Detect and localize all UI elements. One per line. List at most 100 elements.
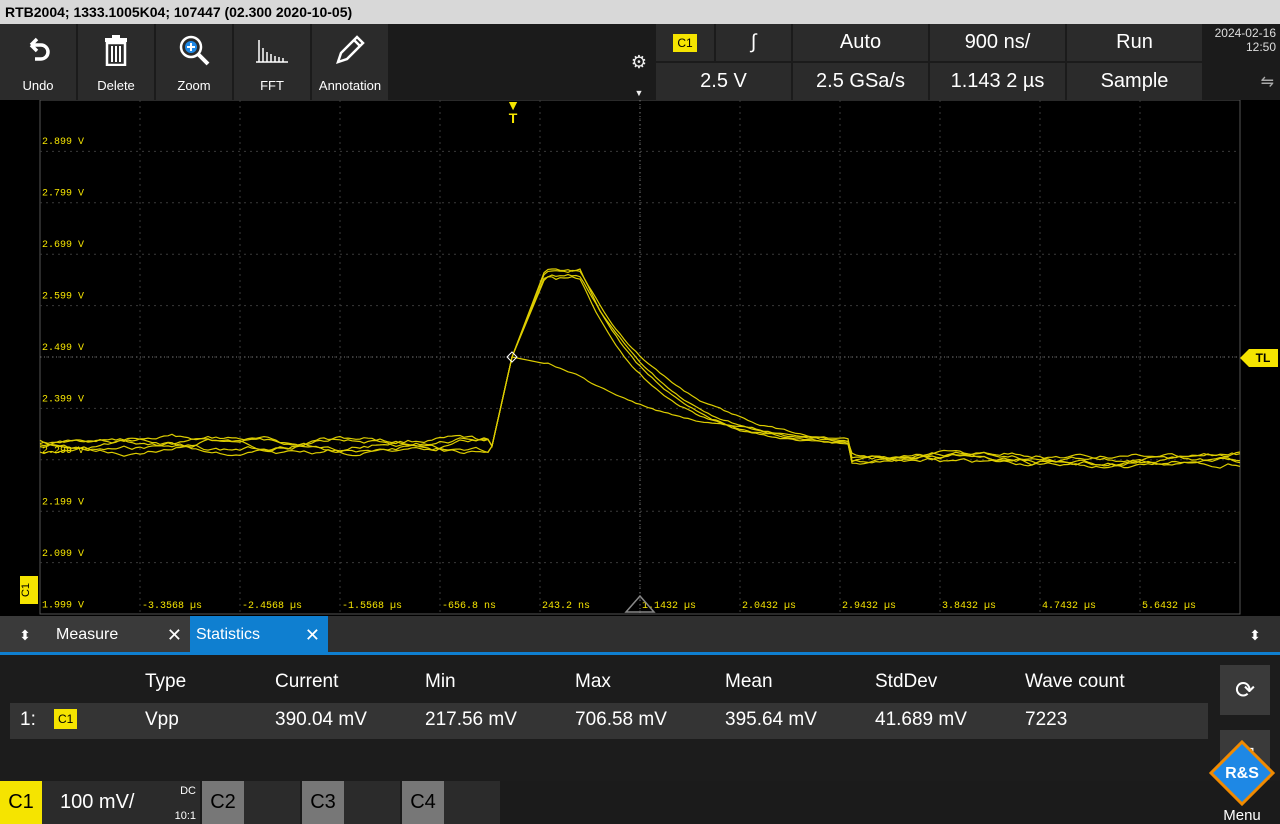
tab-measure-label: Measure bbox=[56, 626, 119, 643]
channel-2-scale[interactable] bbox=[244, 781, 300, 824]
gear-icon: ⚙ bbox=[630, 52, 648, 72]
channel-4-button[interactable]: C4 bbox=[402, 781, 444, 824]
horizontal-position[interactable]: 1.143 2 µs bbox=[930, 63, 1065, 100]
trigger-mode[interactable]: Auto bbox=[793, 24, 928, 61]
x-axis-label: 3.8432 µs bbox=[942, 601, 996, 612]
tab-statistics-label: Statistics bbox=[196, 626, 261, 643]
y-axis-label: 2.599 V bbox=[42, 292, 84, 303]
triangle-down-icon: ▼ bbox=[506, 97, 520, 113]
tab-bar: ⬍ Measure ✕ Statistics ✕ ⬍ bbox=[0, 616, 1280, 654]
fft-label: FFT bbox=[260, 78, 284, 93]
x-axis-label: 4.7432 µs bbox=[1042, 601, 1096, 612]
trigger-level[interactable]: 2.5 V bbox=[656, 63, 791, 100]
zoom-button[interactable]: Zoom bbox=[156, 24, 232, 100]
acquisition-mode[interactable]: Sample bbox=[1067, 63, 1202, 100]
x-axis-label: -1.5568 µs bbox=[342, 601, 402, 612]
chevron-down-icon: ▼ bbox=[634, 88, 644, 98]
rising-edge-icon: ∫ bbox=[750, 31, 757, 53]
fft-icon bbox=[252, 32, 292, 68]
channel-3-button[interactable]: C3 bbox=[302, 781, 344, 824]
statistics-panel: Type Current Min Max Mean StdDev Wave co… bbox=[0, 655, 1280, 781]
channel-1-probe: 10:1 bbox=[174, 810, 196, 822]
trigger-position-marker[interactable]: ▼ T bbox=[504, 97, 522, 130]
date-time: 2024-02-16 12:50 ⇋ bbox=[1204, 24, 1280, 100]
cell-current: 390.04 mV bbox=[275, 709, 367, 730]
annotation-label: Annotation bbox=[318, 78, 382, 93]
cell-type: Vpp bbox=[145, 709, 179, 730]
header-mean: Mean bbox=[725, 671, 773, 692]
trigger-level-marker[interactable]: TL bbox=[1240, 349, 1278, 367]
rs-logo-icon: R&S bbox=[1209, 740, 1275, 806]
channel-1-coupling: DC bbox=[180, 785, 196, 797]
channel-3-scale[interactable] bbox=[344, 781, 400, 824]
close-icon[interactable]: ✕ bbox=[305, 625, 320, 646]
trigger-source[interactable]: C1 bbox=[656, 24, 714, 61]
channel-1-scale[interactable]: 100 mV/ DC 10:1 bbox=[42, 781, 200, 824]
time: 12:50 bbox=[1245, 40, 1276, 54]
panel-resize-button[interactable]: ⬍ bbox=[1230, 616, 1280, 654]
x-axis-label: 243.2 ns bbox=[542, 601, 590, 612]
channel-bar: C1 100 mV/ DC 10:1 C2 C3 C4 bbox=[0, 781, 1280, 824]
undo-button[interactable]: Undo bbox=[0, 24, 76, 100]
undo-icon bbox=[18, 32, 58, 68]
cell-stddev: 41.689 mV bbox=[875, 709, 967, 730]
x-axis-label: 5.6432 µs bbox=[1142, 601, 1196, 612]
usb-icon: ⇋ bbox=[1260, 74, 1274, 91]
pencil-icon bbox=[330, 32, 370, 68]
header-current: Current bbox=[275, 671, 339, 692]
window-title: RTB2004; 1333.1005K04; 107447 (02.300 20… bbox=[0, 0, 1280, 24]
table-row[interactable]: 1: C1 Vpp 390.04 mV 217.56 mV 706.58 mV … bbox=[10, 703, 1208, 739]
undo-label: Undo bbox=[22, 78, 54, 93]
trigger-level-label: TL bbox=[1256, 351, 1271, 365]
x-axis-label: 2.9432 µs bbox=[842, 601, 896, 612]
cell-min: 217.56 mV bbox=[425, 709, 517, 730]
timebase[interactable]: 900 ns/ bbox=[930, 24, 1065, 61]
cell-max: 706.58 mV bbox=[575, 709, 667, 730]
sample-rate[interactable]: 2.5 GSa/s bbox=[793, 63, 928, 100]
tab-statistics[interactable]: Statistics ✕ bbox=[190, 616, 328, 654]
up-down-icon: ⬍ bbox=[19, 626, 31, 643]
x-axis-label: -3.3568 µs bbox=[142, 601, 202, 612]
channel-badge: C1 bbox=[54, 709, 78, 729]
header-stddev: StdDev bbox=[875, 671, 938, 692]
menu-label: Menu bbox=[1223, 807, 1261, 824]
settings-button[interactable]: ⚙ ▼ bbox=[624, 24, 654, 100]
run-state[interactable]: Run bbox=[1067, 24, 1202, 61]
zoom-icon bbox=[174, 32, 214, 68]
y-axis-label: 2.399 V bbox=[42, 395, 84, 406]
tab-scroll-button[interactable]: ⬍ bbox=[0, 616, 50, 654]
header-max: Max bbox=[575, 671, 611, 692]
channel-1-scale-value: 100 mV/ bbox=[60, 791, 135, 813]
delete-button[interactable]: Delete bbox=[78, 24, 154, 100]
y-axis-label: 2.699 V bbox=[42, 240, 84, 251]
annotation-button[interactable]: Annotation bbox=[312, 24, 388, 100]
tab-measure[interactable]: Measure ✕ bbox=[50, 616, 190, 654]
row-index: 1: bbox=[20, 709, 36, 730]
waveform-display[interactable]: 2.899 V 2.799 V 2.699 V 2.599 V 2.499 V 2.399… bbox=[0, 100, 1280, 616]
refresh-icon: ⟳ bbox=[1234, 676, 1256, 704]
cell-mean: 395.64 mV bbox=[725, 709, 817, 730]
x-axis-label: -2.4568 µs bbox=[242, 601, 302, 612]
channel-4-scale[interactable] bbox=[444, 781, 500, 824]
zoom-label: Zoom bbox=[177, 78, 211, 93]
header-wave-count: Wave count bbox=[1025, 671, 1125, 692]
close-icon[interactable]: ✕ bbox=[167, 625, 182, 646]
trash-icon bbox=[96, 32, 136, 68]
header-min: Min bbox=[425, 671, 456, 692]
fft-button[interactable]: FFT bbox=[234, 24, 310, 100]
channel-badge: C1 bbox=[673, 33, 697, 52]
menu-button[interactable]: R&S Menu bbox=[1204, 740, 1280, 824]
y-axis-label: 2.099 V bbox=[42, 549, 84, 560]
x-axis-label: 2.0432 µs bbox=[742, 601, 796, 612]
date: 2024-02-16 bbox=[1214, 26, 1276, 40]
y-axis-label: 2.199 V bbox=[42, 498, 84, 509]
channel-marker: C1 bbox=[20, 583, 32, 597]
svg-text:R&S: R&S bbox=[1225, 765, 1259, 782]
cell-wave-count: 7223 bbox=[1025, 709, 1068, 730]
y-axis-label: 2.299 V bbox=[42, 446, 84, 457]
trigger-slope[interactable]: ∫ bbox=[716, 24, 791, 61]
channel-2-button[interactable]: C2 bbox=[202, 781, 244, 824]
y-axis-label: 2.499 V bbox=[42, 343, 84, 354]
channel-1-button[interactable]: C1 bbox=[0, 781, 42, 824]
reset-statistics-button[interactable]: ⟳ bbox=[1220, 665, 1270, 715]
